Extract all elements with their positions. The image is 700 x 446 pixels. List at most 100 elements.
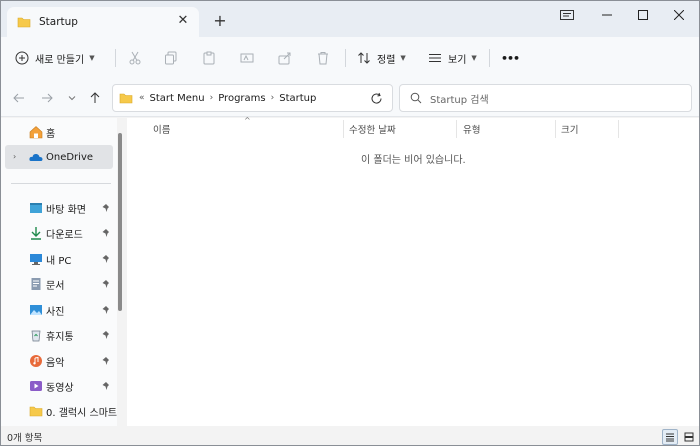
column-divider[interactable] (555, 120, 556, 138)
sort-icon (358, 52, 370, 64)
pin-icon[interactable] (101, 203, 111, 213)
rename-icon (240, 53, 254, 63)
pin-icon[interactable] (101, 279, 111, 289)
sidebar-item-downloads[interactable]: 다운로드 (5, 221, 113, 245)
documents-icon (31, 278, 41, 290)
music-icon (30, 355, 42, 367)
sidebar-item-label: 사진 (46, 306, 65, 318)
command-bar: 새로 만들기 ▼ 정렬 ▼ 보기 ▼ ••• (1, 37, 699, 79)
sidebar-item-label: 휴지통 (46, 331, 74, 343)
trash-icon (318, 52, 328, 65)
forward-button[interactable] (38, 89, 56, 107)
details-view-button[interactable] (662, 429, 678, 445)
up-button[interactable] (86, 89, 104, 107)
display-options-button[interactable] (549, 4, 585, 26)
pin-icon[interactable] (101, 356, 111, 366)
tab-startup[interactable]: Startup ✕ (7, 7, 199, 37)
refresh-icon (371, 92, 382, 104)
breadcrumb-programs[interactable]: Programs (218, 93, 265, 104)
sidebar-item-this-pc[interactable]: 내 PC (5, 247, 113, 271)
chevron-down-icon (68, 96, 76, 101)
home-icon (29, 126, 43, 139)
sidebar-item-label: 내 PC (46, 255, 72, 267)
view-button[interactable]: 보기 ▼ (428, 48, 477, 68)
details-view-icon (666, 433, 674, 442)
pin-icon[interactable] (101, 228, 111, 238)
sidebar-item-desktop[interactable]: 바탕 화면 (5, 196, 113, 220)
close-tab-button[interactable]: ✕ (175, 13, 191, 29)
pin-icon[interactable] (101, 254, 111, 264)
new-item-button[interactable]: 새로 만들기 ▼ (15, 46, 95, 70)
sidebar-item-music[interactable]: 음악 (5, 349, 113, 373)
address-bar[interactable]: « Start Menu › Programs › Startup (112, 84, 465, 112)
sidebar-item-home[interactable]: 홈 (5, 120, 113, 144)
file-explorer-window: Startup ✕ + 새로 만들기 ▼ 정렬 ▼ 보기 ▼ ••• « Sta… (0, 0, 700, 446)
sidebar-item-pictures[interactable]: 사진 (5, 298, 113, 322)
copy-button[interactable] (161, 48, 181, 68)
pictures-icon (30, 305, 42, 315)
more-options-button[interactable]: ••• (501, 48, 520, 68)
maximize-button[interactable] (625, 4, 661, 26)
sort-label: 정렬 (377, 54, 396, 66)
desktop-icon (30, 203, 42, 213)
cut-icon (129, 51, 141, 65)
display-icon (560, 10, 574, 20)
maximize-icon (638, 10, 648, 20)
column-header-modified[interactable]: 수정한 날짜 (349, 118, 396, 140)
tiles-view-icon (684, 432, 694, 442)
breadcrumb-start-menu[interactable]: Start Menu (150, 93, 205, 104)
column-header-type[interactable]: 유형 (463, 118, 480, 140)
sidebar-item-onedrive[interactable]: › OneDrive (5, 145, 113, 169)
new-tab-button[interactable]: + (211, 12, 229, 30)
address-row: « Start Menu › Programs › Startup Startu… (1, 79, 699, 117)
column-header-name[interactable]: 이름 (153, 118, 170, 140)
column-divider[interactable] (618, 120, 619, 138)
chevron-down-icon: ▼ (400, 54, 406, 62)
pin-icon[interactable] (101, 330, 111, 340)
refresh-button[interactable] (367, 89, 385, 107)
item-count: 0개 항목 (7, 433, 43, 444)
chevron-right-icon[interactable]: › (13, 152, 16, 161)
sidebar-item-label: 동영상 (46, 382, 74, 394)
new-item-label: 새로 만들기 (35, 54, 85, 66)
delete-button[interactable] (313, 48, 333, 68)
share-button[interactable] (275, 48, 295, 68)
pin-icon[interactable] (101, 381, 111, 391)
download-icon (31, 227, 41, 240)
back-button[interactable] (10, 89, 28, 107)
column-divider[interactable] (456, 120, 457, 138)
column-divider[interactable] (343, 120, 344, 138)
sidebar-item-label: 음악 (46, 357, 65, 369)
sort-button[interactable]: 정렬 ▼ (357, 48, 406, 68)
breadcrumb-startup[interactable]: Startup (279, 93, 316, 104)
sidebar-divider (11, 183, 111, 184)
pin-icon[interactable] (101, 305, 111, 315)
sidebar-item-recycle-bin[interactable]: 휴지통 (5, 323, 113, 347)
search-box[interactable]: Startup 검색 (399, 84, 692, 112)
column-header-size[interactable]: 크기 (561, 118, 578, 140)
minimize-button[interactable] (589, 4, 625, 26)
title-bar: Startup ✕ + (1, 1, 699, 37)
recent-locations-button[interactable] (63, 89, 81, 107)
cut-button[interactable] (125, 48, 145, 68)
sidebar-item-label: 바탕 화면 (46, 204, 86, 216)
sidebar-item-label: OneDrive (46, 151, 94, 163)
chevron-right-icon[interactable]: › (210, 93, 214, 103)
sidebar-item-galaxy-folder[interactable]: 0. 갤럭시 스마트 (5, 399, 117, 423)
search-icon (410, 92, 422, 104)
rename-button[interactable] (237, 48, 257, 68)
sidebar-item-videos[interactable]: 동영상 (5, 374, 113, 398)
recycle-bin-icon (31, 330, 41, 342)
sidebar-item-label: 다운로드 (46, 229, 83, 241)
sidebar-scrollbar[interactable] (118, 133, 122, 311)
videos-icon (30, 381, 42, 391)
close-window-button[interactable] (661, 4, 697, 26)
chevron-right-icon[interactable]: › (271, 93, 275, 103)
breadcrumb-overflow[interactable]: « (139, 93, 145, 103)
tiles-view-button[interactable] (681, 429, 697, 445)
paste-button[interactable] (199, 48, 219, 68)
sidebar-item-documents[interactable]: 문서 (5, 272, 113, 296)
arrow-left-icon (13, 93, 24, 103)
arrow-up-icon (90, 92, 100, 103)
sidebar-item-label: 문서 (46, 280, 65, 292)
